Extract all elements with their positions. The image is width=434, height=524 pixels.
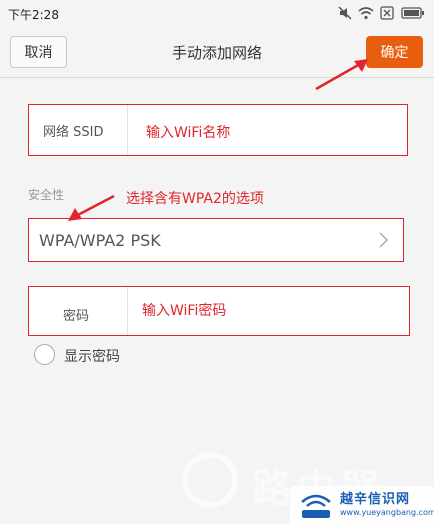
mute-icon <box>338 6 352 20</box>
security-caption: 安全性 <box>28 188 65 202</box>
wifi-icon <box>358 7 374 20</box>
router-logo-icon <box>301 494 331 518</box>
password-note: 输入WiFi密码 <box>142 303 227 319</box>
brand-url: www.yueyangbang.com <box>340 508 434 517</box>
arrow-to-security-icon <box>68 194 115 221</box>
status-time: 下午2:28 <box>8 8 59 22</box>
watermark-logo-icon <box>182 452 238 508</box>
arrow-to-confirm-icon <box>315 59 368 91</box>
confirm-button[interactable]: 确定 <box>366 36 423 68</box>
security-note: 选择含有WPA2的选项 <box>126 191 264 207</box>
sim-x-icon <box>380 6 394 20</box>
security-highlight-box <box>28 218 404 262</box>
battery-icon <box>401 7 424 19</box>
brand-site-name: 越辛信识网 <box>340 492 411 507</box>
show-password-label[interactable]: 显示密码 <box>64 346 120 366</box>
ssid-note: 输入WiFi名称 <box>146 125 231 141</box>
show-password-radio[interactable] <box>34 344 55 365</box>
